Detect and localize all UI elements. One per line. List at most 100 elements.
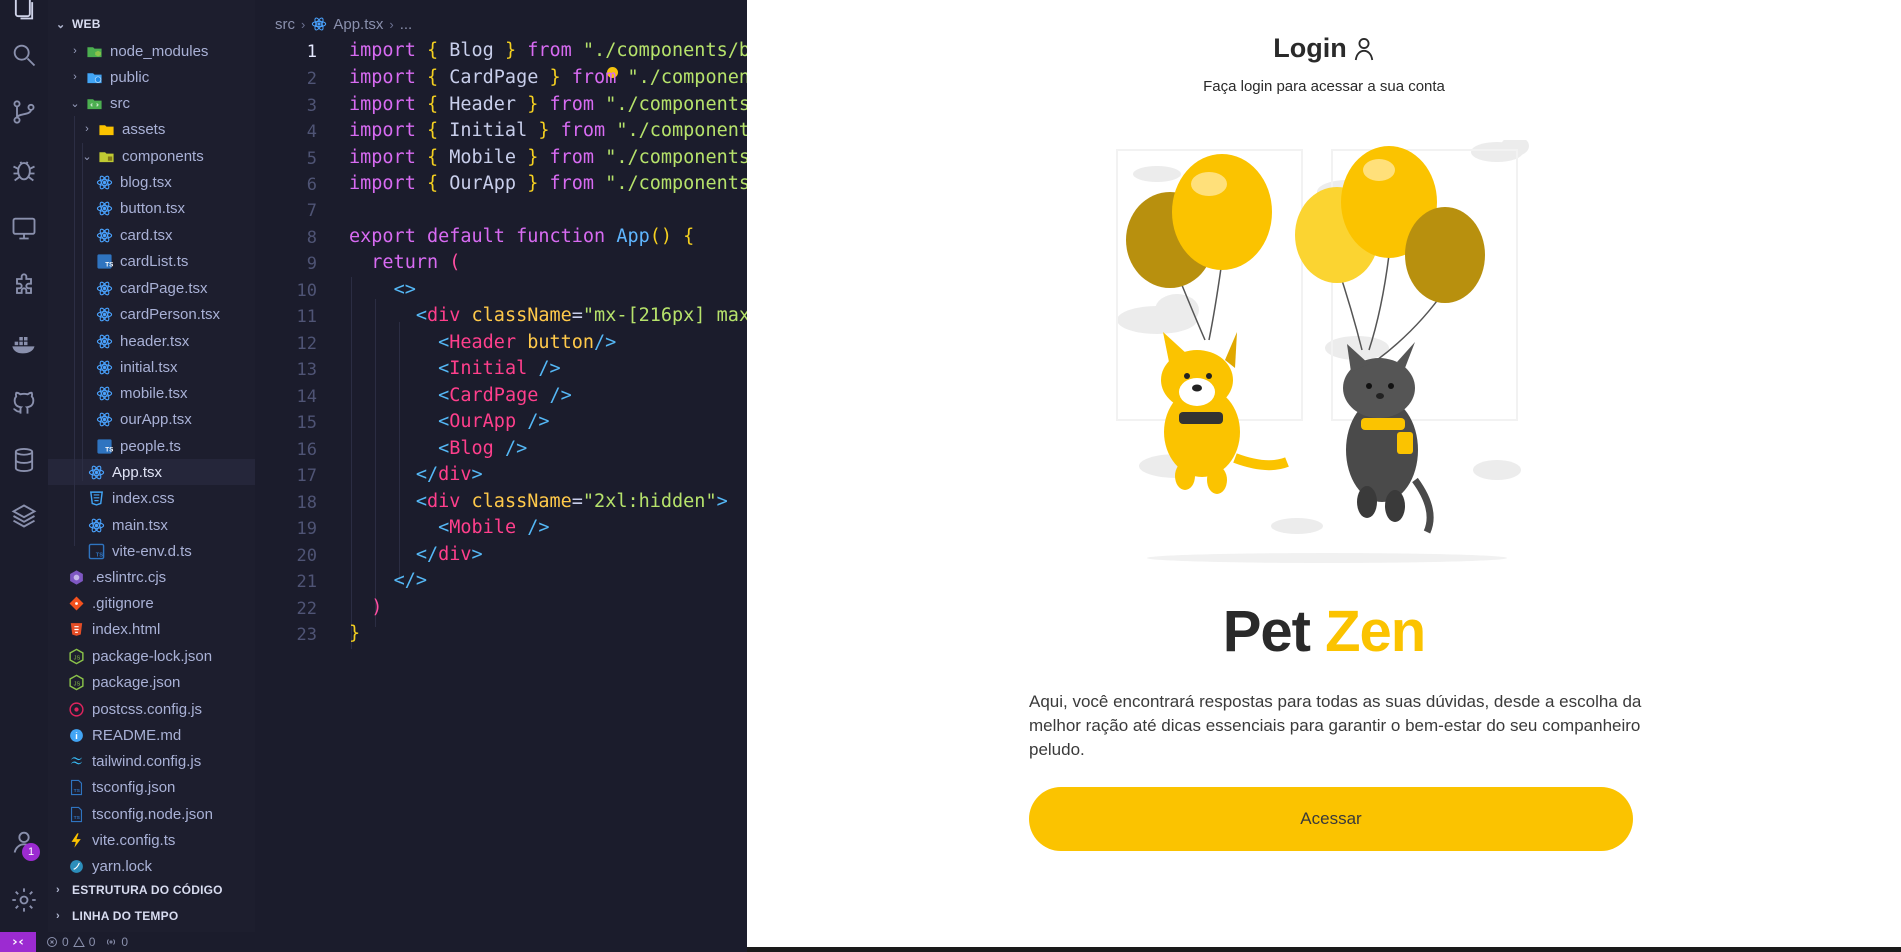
docker-icon[interactable] [0,322,48,366]
chevron-right-icon: › [73,71,77,83]
breadcrumb-folder[interactable]: src [275,16,295,33]
tree-item-label: public [110,68,150,86]
file-row[interactable]: README.md [48,722,255,748]
search-icon[interactable] [0,33,48,77]
npm-json-icon: JS [68,648,85,665]
react-icon [96,359,113,376]
ports-indicator[interactable]: 0 [105,935,128,949]
tree-item-label: initial.tsx [120,358,178,376]
file-row[interactable]: .eslintrc.cjs [48,564,255,590]
file-row[interactable]: TS tsconfig.json [48,774,255,800]
extensions-icon[interactable] [0,264,48,308]
tree-item-label: package-lock.json [92,647,213,665]
file-row[interactable]: yarn.lock [48,853,255,879]
file-row[interactable]: postcss.config.js [48,696,255,722]
chevron-right-icon: › [389,16,394,32]
code-line-18: <div className="2xl:hidden"> [415,491,728,512]
line-number: 20 [296,546,317,566]
git-icon [68,595,85,612]
file-row[interactable]: header.tsx [48,328,255,354]
tree-item-label: ourApp.tsx [120,410,192,428]
file-row[interactable]: mobile.tsx [48,380,255,406]
line-number: 15 [296,413,317,433]
access-button[interactable]: Acessar [1029,787,1633,851]
file-row[interactable]: button.tsx [48,195,255,221]
public-folder-icon [86,69,103,86]
file-row[interactable]: TS tsconfig.node.json [48,801,255,827]
database-icon[interactable] [0,438,48,482]
file-row[interactable]: TS cardList.ts [48,248,255,274]
tree-item-label: header.tsx [120,332,190,350]
svg-text:JS: JS [74,681,81,687]
pets-with-balloons-illustration [1116,140,1529,563]
file-row[interactable]: card.tsx [48,222,255,248]
timeline-section-header[interactable]: › LINHA DO TEMPO [56,904,178,928]
chevron-right-icon: › [56,910,60,922]
file-row[interactable]: JS package.json [48,669,255,695]
explorer-icon[interactable] [0,0,48,30]
line-number: 17 [296,466,317,486]
breadcrumb-file[interactable]: App.tsx [333,16,383,33]
folder-row[interactable]: ⌄ components [48,143,255,169]
problems-indicator[interactable]: 0 0 [46,935,95,949]
activity-bar: 1 [0,0,48,932]
file-row[interactable]: index.html [48,616,255,642]
preview-bottom-edge [747,947,1901,952]
file-row[interactable]: JS package-lock.json [48,643,255,669]
code-line-15: <OurApp /> [438,411,550,432]
source-control-icon[interactable] [0,90,48,134]
line-number: 4 [306,122,317,142]
file-row[interactable]: App.tsx [48,459,255,485]
file-row[interactable]: .gitignore [48,590,255,616]
login-heading: Login [747,33,1901,64]
folder-row[interactable]: › assets [48,116,255,142]
remote-indicator-button[interactable] [0,932,36,952]
file-row[interactable]: TS vite-env.d.ts [48,538,255,564]
code-line-11: <div className="mx-[216px] max-2xl:hidde… [415,305,747,326]
chevron-down-icon: ⌄ [70,97,80,110]
code-line-6: import { OurApp } from "./components/our… [349,173,747,194]
file-row[interactable]: index.css [48,485,255,511]
folder-row[interactable]: › public [48,64,255,90]
tree-item-label: main.tsx [112,516,168,534]
file-row[interactable]: tailwind.config.js [48,748,255,774]
line-number: 1 [306,42,317,62]
tree-item-label: tsconfig.node.json [92,805,213,823]
github-icon[interactable] [0,380,48,424]
svg-text:TS: TS [74,814,81,820]
file-row[interactable]: TS people.ts [48,433,255,459]
react-icon [96,280,113,297]
tree-item-label: vite-env.d.ts [112,542,192,560]
code-editor[interactable]: src › App.tsx › ... 1 2 3 4 5 6 7 8 9 10 11 12 13 14 1… [255,0,747,932]
tree-item-label: tailwind.config.js [92,752,202,770]
eslint-icon [68,569,85,586]
svg-text:TS: TS [74,787,81,793]
breadcrumb-symbol[interactable]: ... [400,16,413,33]
file-row[interactable]: blog.tsx [48,169,255,195]
tree-item-label: .eslintrc.cjs [92,568,167,586]
file-row[interactable]: cardPerson.tsx [48,301,255,327]
folder-row[interactable]: ⌄ src [48,90,255,116]
explorer-root-header[interactable]: ⌄ WEB [56,12,101,36]
tree-item-label: cardPerson.tsx [120,305,221,323]
file-row[interactable]: initial.tsx [48,354,255,380]
line-number: 18 [296,493,317,513]
tree-item-label: tsconfig.json [92,778,176,796]
line-number: 11 [296,307,317,327]
tree-item-label: assets [122,120,166,138]
react-icon [88,517,105,534]
file-row[interactable]: cardPage.tsx [48,275,255,301]
file-row[interactable]: main.tsx [48,512,255,538]
outline-section-header[interactable]: › ESTRUTURA DO CÓDIGO [56,878,223,902]
folder-row[interactable]: › node_modules [48,38,255,64]
settings-gear-icon[interactable] [0,878,48,922]
file-row[interactable]: vite.config.ts [48,827,255,853]
debug-icon[interactable] [0,148,48,192]
line-number: 12 [296,334,317,354]
layers-icon[interactable] [0,494,48,538]
remote-explorer-icon[interactable] [0,206,48,250]
code-line-16: <Blog /> [438,438,528,459]
react-icon [311,16,327,32]
file-row[interactable]: ourApp.tsx [48,406,255,432]
line-number: 3 [306,96,317,116]
